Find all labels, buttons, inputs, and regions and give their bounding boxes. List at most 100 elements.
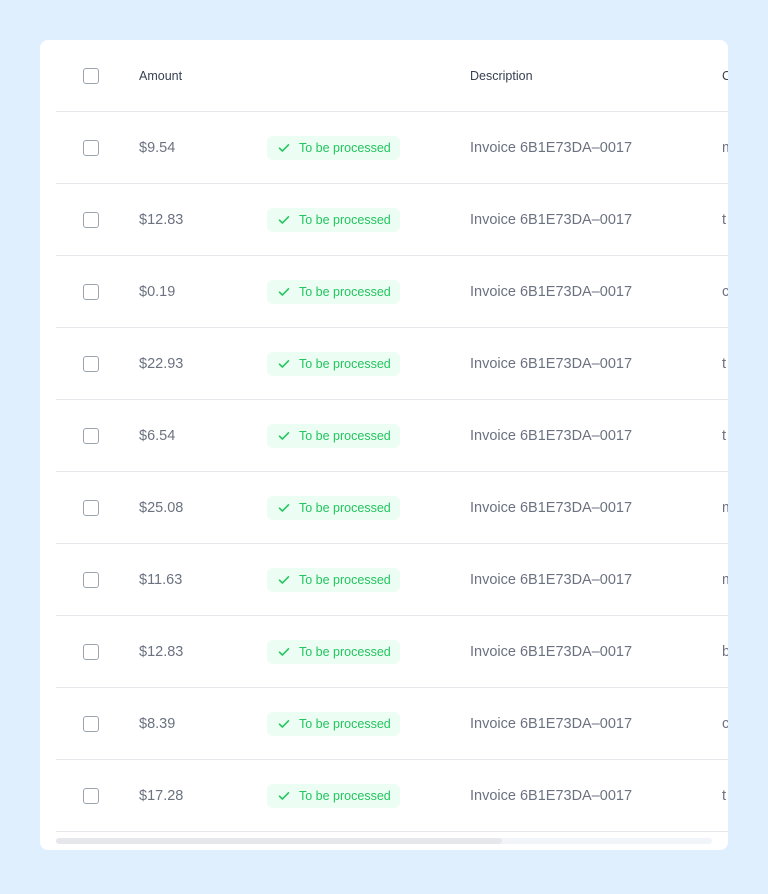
row-checkbox[interactable]: [83, 571, 99, 588]
row-checkbox[interactable]: [83, 715, 99, 732]
table-row[interactable]: $12.83 To be processed Invoice 6B1E73DA–…: [56, 184, 728, 256]
row-checkbox-cell: [83, 112, 99, 183]
row-checkbox[interactable]: [83, 283, 99, 300]
status-cell: To be processed: [267, 472, 400, 543]
description-value: Invoice 6B1E73DA–0017: [470, 571, 633, 588]
extra-value: m: [722, 500, 728, 516]
extra-value: t: [722, 355, 727, 372]
check-icon: [277, 645, 291, 659]
row-checkbox-cell: [83, 472, 99, 543]
table-body: $9.54 To be processed Invoice 6B1E73DA–0…: [56, 112, 728, 832]
column-header-amount[interactable]: Amount: [139, 40, 182, 111]
row-checkbox[interactable]: [83, 211, 99, 228]
row-checkbox-cell: [83, 616, 99, 687]
column-header-extra-label: C: [722, 68, 728, 83]
description-cell: Invoice 6B1E73DA–0017: [470, 472, 632, 543]
horizontal-scrollbar-thumb[interactable]: [56, 838, 502, 844]
table-header-row: Amount Description C: [56, 40, 728, 112]
column-header-description-label: Description: [470, 68, 533, 83]
amount-value: $9.54: [139, 139, 176, 156]
description-value: Invoice 6B1E73DA–0017: [470, 643, 633, 660]
row-checkbox-cell: [83, 256, 99, 327]
status-badge-label: To be processed: [299, 572, 391, 587]
description-cell: Invoice 6B1E73DA–0017: [470, 616, 632, 687]
extra-value: c: [722, 715, 728, 732]
row-checkbox[interactable]: [83, 499, 99, 516]
table-row[interactable]: $17.28 To be processed Invoice 6B1E73DA–…: [56, 760, 728, 832]
description-value: Invoice 6B1E73DA–0017: [470, 787, 633, 804]
table-row[interactable]: $11.63 To be processed Invoice 6B1E73DA–…: [56, 544, 728, 616]
description-value: Invoice 6B1E73DA–0017: [470, 715, 633, 732]
table-row[interactable]: $25.08 To be processed Invoice 6B1E73DA–…: [56, 472, 728, 544]
extra-value: c: [722, 283, 728, 300]
payments-table-card: Amount Description C $9.54 To be process…: [40, 40, 728, 850]
row-checkbox-cell: [83, 544, 99, 615]
amount-cell: $25.08: [139, 472, 183, 543]
extra-cell: t: [722, 328, 726, 399]
amount-cell: $8.39: [139, 688, 175, 759]
table-row[interactable]: $8.39 To be processed Invoice 6B1E73DA–0…: [56, 688, 728, 760]
description-value: Invoice 6B1E73DA–0017: [470, 499, 633, 516]
status-cell: To be processed: [267, 760, 400, 831]
check-icon: [277, 429, 291, 443]
status-badge-label: To be processed: [299, 140, 391, 155]
description-value: Invoice 6B1E73DA–0017: [470, 139, 633, 156]
status-badge: To be processed: [267, 639, 400, 664]
description-cell: Invoice 6B1E73DA–0017: [470, 400, 632, 471]
status-badge-label: To be processed: [299, 284, 391, 299]
description-cell: Invoice 6B1E73DA–0017: [470, 112, 632, 183]
status-cell: To be processed: [267, 112, 400, 183]
status-badge-label: To be processed: [299, 500, 391, 515]
row-checkbox-cell: [83, 184, 99, 255]
table-row[interactable]: $22.93 To be processed Invoice 6B1E73DA–…: [56, 328, 728, 400]
payments-table: Amount Description C $9.54 To be process…: [56, 40, 728, 832]
amount-cell: $12.83: [139, 616, 183, 687]
extra-value: t: [722, 211, 727, 228]
extra-value: m: [722, 572, 728, 588]
status-cell: To be processed: [267, 616, 400, 687]
table-row[interactable]: $9.54 To be processed Invoice 6B1E73DA–0…: [56, 112, 728, 184]
description-cell: Invoice 6B1E73DA–0017: [470, 328, 632, 399]
extra-cell: t: [722, 760, 726, 831]
horizontal-scrollbar[interactable]: [56, 838, 712, 844]
status-cell: To be processed: [267, 688, 400, 759]
amount-value: $12.83: [139, 211, 184, 228]
extra-value: m: [722, 140, 728, 156]
extra-cell: m: [722, 112, 728, 183]
extra-cell: b: [722, 616, 728, 687]
amount-value: $17.28: [139, 787, 184, 804]
status-badge-label: To be processed: [299, 644, 391, 659]
select-all-checkbox[interactable]: [83, 67, 99, 84]
row-checkbox-cell: [83, 328, 99, 399]
row-checkbox[interactable]: [83, 139, 99, 156]
check-icon: [277, 213, 291, 227]
description-cell: Invoice 6B1E73DA–0017: [470, 544, 632, 615]
check-icon: [277, 141, 291, 155]
table-row[interactable]: $0.19 To be processed Invoice 6B1E73DA–0…: [56, 256, 728, 328]
amount-value: $0.19: [139, 283, 176, 300]
extra-value: t: [722, 427, 727, 444]
check-icon: [277, 501, 291, 515]
extra-cell: c: [722, 256, 728, 327]
status-cell: To be processed: [267, 400, 400, 471]
amount-value: $12.83: [139, 643, 184, 660]
amount-cell: $9.54: [139, 112, 175, 183]
check-icon: [277, 573, 291, 587]
row-checkbox[interactable]: [83, 427, 99, 444]
status-badge-label: To be processed: [299, 356, 391, 371]
extra-cell: t: [722, 400, 726, 471]
table-row[interactable]: $6.54 To be processed Invoice 6B1E73DA–0…: [56, 400, 728, 472]
column-header-amount-label: Amount: [139, 68, 183, 83]
amount-value: $8.39: [139, 715, 176, 732]
table-row[interactable]: $12.83 To be processed Invoice 6B1E73DA–…: [56, 616, 728, 688]
row-checkbox-cell: [83, 400, 99, 471]
check-icon: [277, 285, 291, 299]
amount-cell: $17.28: [139, 760, 183, 831]
amount-cell: $0.19: [139, 256, 175, 327]
amount-value: $6.54: [139, 427, 176, 444]
column-header-extra[interactable]: C: [722, 40, 728, 111]
row-checkbox[interactable]: [83, 355, 99, 372]
row-checkbox[interactable]: [83, 643, 99, 660]
column-header-description[interactable]: Description: [470, 40, 533, 111]
row-checkbox[interactable]: [83, 787, 99, 804]
